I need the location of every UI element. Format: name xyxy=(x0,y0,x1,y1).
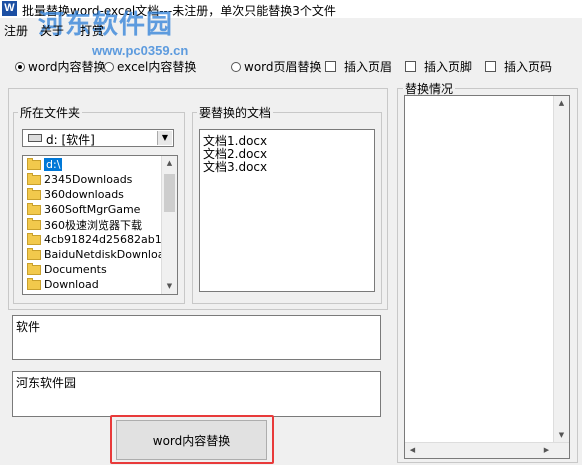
folder-icon xyxy=(27,172,41,185)
check-insert-header-label: 插入页眉 xyxy=(344,60,393,74)
folder-item[interactable]: d:\ xyxy=(27,157,63,172)
folder-icon xyxy=(27,277,41,290)
folder-item-label: 360downloads xyxy=(44,188,124,201)
app-icon: W xyxy=(2,1,17,16)
chevron-down-icon[interactable]: ▼ xyxy=(157,131,172,145)
folder-icon xyxy=(27,262,41,275)
word-replace-button[interactable]: word内容替换 xyxy=(116,420,267,460)
radio-excel-content-label: excel内容替换 xyxy=(117,60,197,74)
folder-item-label: 2345Downloads xyxy=(44,173,133,186)
folder-open-icon xyxy=(27,157,41,170)
scroll-thumb[interactable] xyxy=(164,174,175,212)
folder-icon xyxy=(27,187,41,200)
radio-indicator[interactable] xyxy=(15,61,25,72)
check-insert-pagenum-label: 插入页码 xyxy=(504,60,553,74)
radio-word-content[interactable]: word内容替换 xyxy=(15,58,106,75)
check-insert-footer[interactable]: 插入页脚 xyxy=(405,58,472,75)
scroll-up-icon[interactable]: ▲ xyxy=(554,96,569,111)
scroll-left-icon[interactable]: ◀ xyxy=(405,443,420,458)
menu-tip[interactable]: 打赏 xyxy=(80,22,104,39)
scroll-right-icon[interactable]: ▶ xyxy=(539,443,554,458)
check-insert-header[interactable]: 插入页眉 xyxy=(325,58,392,75)
docs-group-label: 要替换的文档 xyxy=(197,104,274,121)
watermark-url: www.pc0359.cn xyxy=(92,43,189,58)
scroll-up-icon[interactable]: ▲ xyxy=(162,156,177,171)
find-text-input[interactable]: 软件 xyxy=(12,315,381,360)
result-hscroll[interactable]: ◀ ▶ xyxy=(405,442,569,458)
folder-item-label: 4cb91824d25682ab1ef xyxy=(44,233,173,246)
folder-item[interactable]: Download xyxy=(27,277,99,292)
folder-group-label: 所在文件夹 xyxy=(18,104,83,121)
replace-text-input[interactable]: 河东软件园 xyxy=(12,371,381,417)
radio-word-header[interactable]: word页眉替换 xyxy=(231,58,322,75)
check-insert-footer-label: 插入页脚 xyxy=(424,60,473,74)
folder-item[interactable]: 2345Downloads xyxy=(27,172,132,187)
checkbox[interactable] xyxy=(405,61,416,72)
checkbox[interactable] xyxy=(485,61,496,72)
folder-item-label: 360极速浏览器下载 xyxy=(44,218,142,232)
folder-item[interactable]: 4cb91824d25682ab1ef xyxy=(27,232,172,247)
folder-item[interactable]: BaiduNetdiskDownload xyxy=(27,247,171,262)
folder-item-label: Download xyxy=(44,278,99,291)
folder-list-scrollbar[interactable]: ▲ ▼ xyxy=(161,156,177,294)
folder-icon xyxy=(27,232,41,245)
folder-item[interactable]: 360downloads xyxy=(27,187,124,202)
folder-item-label: d:\ xyxy=(44,158,63,171)
radio-word-header-label: word页眉替换 xyxy=(244,60,322,74)
folder-list[interactable]: d:\ 2345Downloads 360downloads 360SoftMg… xyxy=(22,155,178,295)
scroll-down-icon[interactable]: ▼ xyxy=(162,279,177,294)
doc-item[interactable]: 文档3.docx xyxy=(203,158,267,175)
checkbox[interactable] xyxy=(325,61,336,72)
menu-about[interactable]: 关于 xyxy=(40,22,64,39)
radio-indicator[interactable] xyxy=(104,61,114,72)
folder-icon xyxy=(27,247,41,260)
folder-item[interactable]: Documents xyxy=(27,262,107,277)
folder-item[interactable]: 360SoftMgrGame xyxy=(27,202,140,217)
result-vscroll[interactable]: ▲ ▼ xyxy=(553,96,569,443)
drive-icon xyxy=(28,134,42,142)
folder-item-label: Documents xyxy=(44,263,107,276)
folder-item-label: BaiduNetdiskDownload xyxy=(44,248,172,261)
radio-excel-content[interactable]: excel内容替换 xyxy=(104,58,196,75)
folder-item-label: 360SoftMgrGame xyxy=(44,203,141,216)
menu-register[interactable]: 注册 xyxy=(4,22,28,39)
scroll-down-icon[interactable]: ▼ xyxy=(554,428,569,443)
drive-select-value: d: [软件] xyxy=(46,133,95,147)
radio-indicator[interactable] xyxy=(231,61,241,72)
menu-bar: 注册 关于 打赏 xyxy=(0,20,582,38)
folder-icon xyxy=(27,202,41,215)
folder-item[interactable]: 360极速浏览器下载 xyxy=(27,217,142,232)
radio-word-content-label: word内容替换 xyxy=(28,60,106,74)
doc-list[interactable]: 文档1.docx 文档2.docx 文档3.docx xyxy=(199,129,375,292)
check-insert-pagenum[interactable]: 插入页码 xyxy=(485,58,552,75)
drive-select[interactable]: d: [软件] ▼ xyxy=(22,129,174,147)
result-list[interactable]: ▲ ▼ ◀ ▶ xyxy=(404,95,570,459)
folder-icon xyxy=(27,217,41,230)
